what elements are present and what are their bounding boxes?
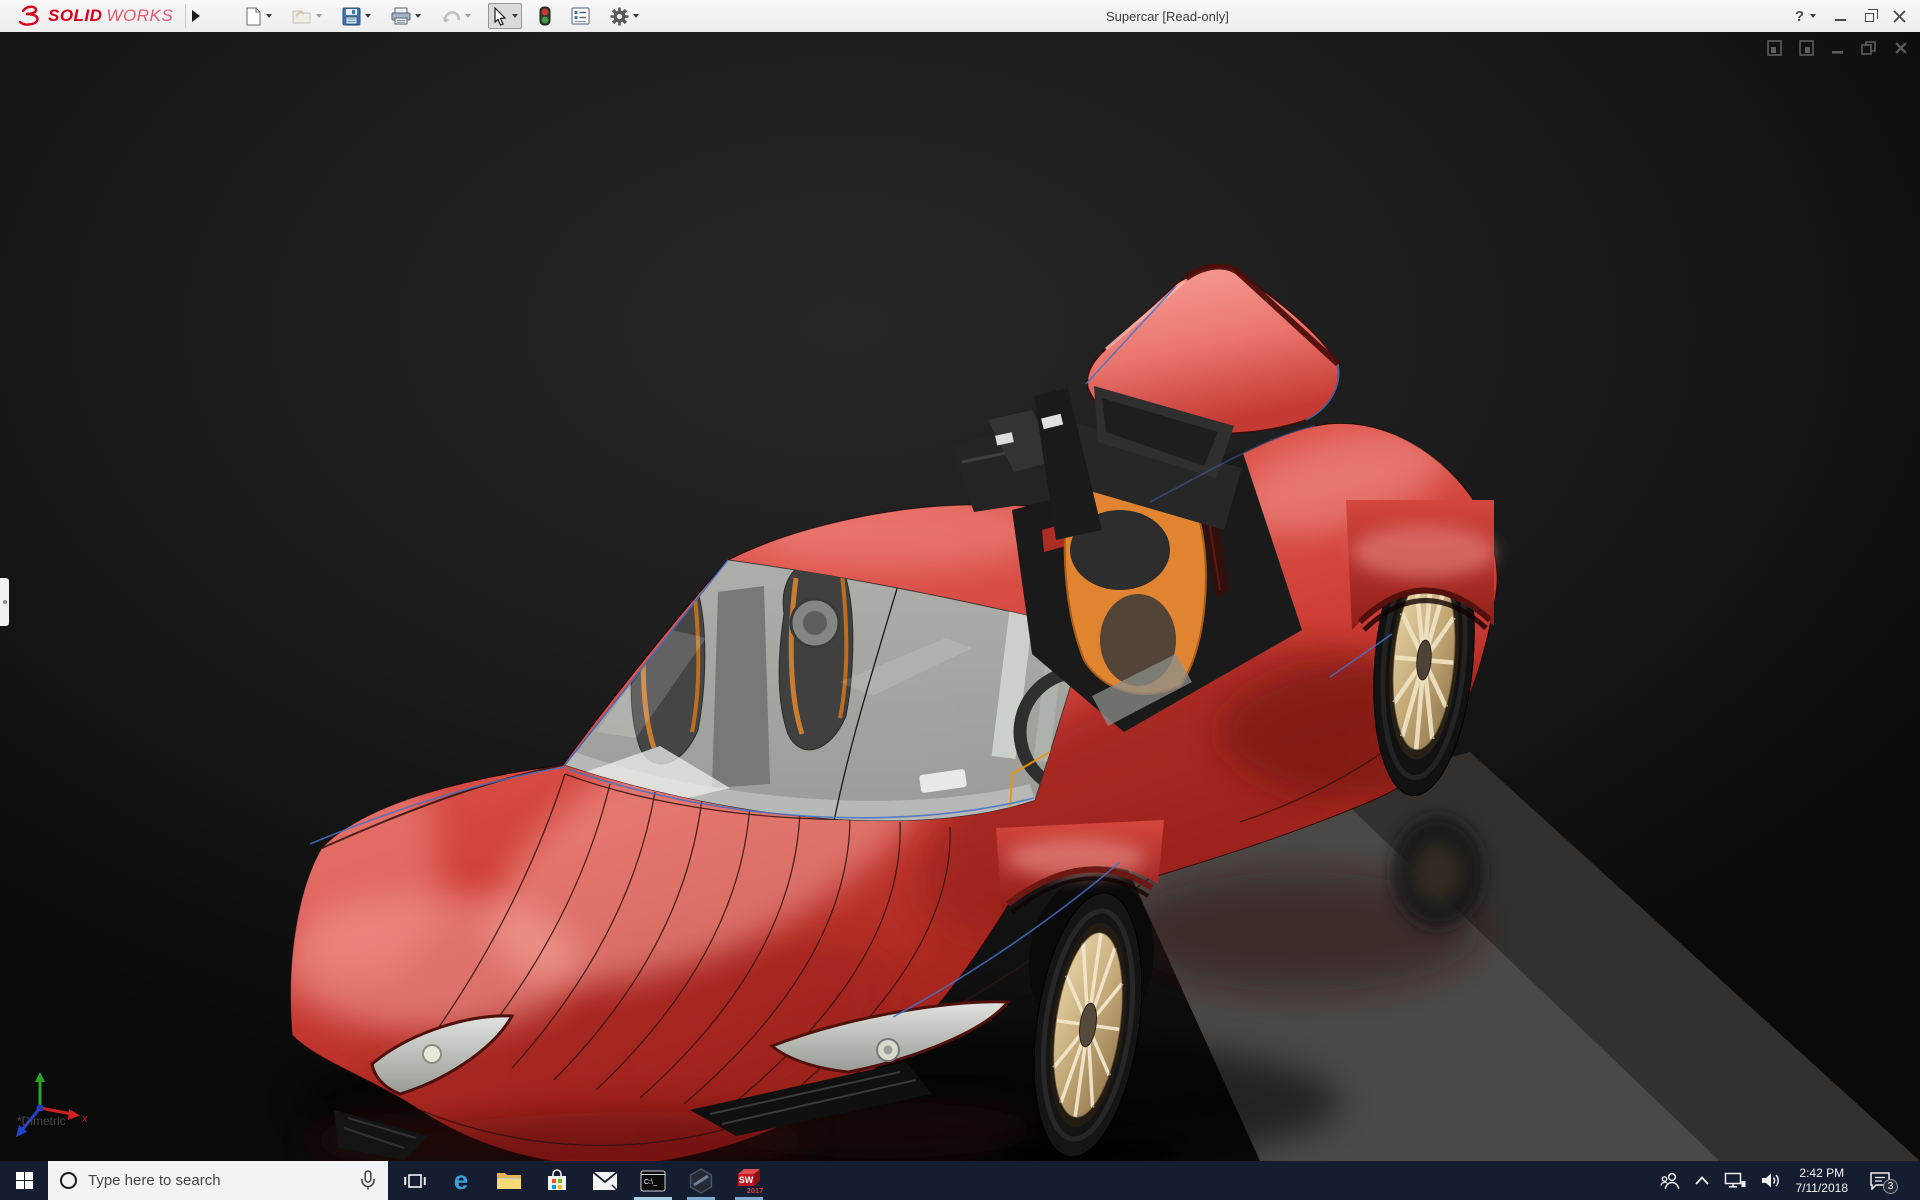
svg-text:C:\_: C:\_ (644, 1179, 657, 1186)
volume-icon[interactable] (1761, 1172, 1781, 1189)
titlebar: SOLIDWORKS (0, 0, 1920, 32)
rebuild-button[interactable] (536, 3, 554, 29)
print-dropdown[interactable] (415, 14, 421, 18)
doc-minimize-button[interactable] (1831, 40, 1844, 61)
file-properties-button[interactable] (568, 3, 593, 29)
window-controls: ? (1795, 0, 1906, 32)
document-icon-b[interactable] (1799, 40, 1814, 61)
people-icon[interactable] (1660, 1172, 1680, 1190)
doc-restore-button[interactable] (1861, 40, 1877, 61)
restore-button[interactable] (1865, 10, 1874, 22)
print-button[interactable] (388, 3, 424, 29)
view-orientation-label: *Dimetric (17, 1114, 66, 1128)
help-icon: ? (1795, 8, 1804, 25)
flyout-arrow-icon (192, 10, 200, 22)
options-gear-icon (610, 7, 629, 26)
minimize-icon (1835, 19, 1846, 21)
search-input[interactable]: Type here to search (48, 1161, 388, 1200)
options-button[interactable] (607, 3, 642, 29)
taskbar-app-mail[interactable] (581, 1161, 629, 1200)
select-dropdown[interactable] (512, 14, 518, 18)
x-axis-arrow (68, 1109, 80, 1120)
open-folder-icon (292, 7, 312, 25)
document-window-controls (1767, 40, 1908, 61)
solidworks-logo-icon (14, 4, 44, 28)
network-icon[interactable] (1724, 1172, 1746, 1189)
options-dropdown[interactable] (633, 14, 639, 18)
file-explorer-icon (496, 1170, 522, 1192)
file-properties-icon (571, 7, 590, 25)
brand-solid: SOLID (48, 6, 102, 26)
cortana-circle-icon (60, 1172, 77, 1189)
quick-access-toolbar (235, 3, 649, 29)
open-document-button[interactable] (289, 3, 325, 29)
y-axis-arrow (35, 1072, 45, 1082)
taskbar-app-hexagon[interactable] (677, 1161, 725, 1200)
undo-dropdown[interactable] (465, 14, 471, 18)
taskbar-app-file-explorer[interactable] (485, 1161, 533, 1200)
minimize-button[interactable] (1835, 11, 1846, 21)
rebuild-traffic-light-icon (539, 6, 551, 26)
new-document-icon (245, 7, 262, 26)
svg-text:SW: SW (739, 1175, 754, 1185)
select-cursor-icon (492, 7, 508, 26)
taskbar-app-solidworks-2017[interactable]: SW 2017 (725, 1161, 773, 1200)
store-icon (545, 1169, 569, 1193)
undo-arrow-icon (441, 8, 461, 25)
taskbar: Type here to search e (0, 1161, 1920, 1200)
edge-icon: e (447, 1167, 475, 1195)
help-button[interactable]: ? (1795, 8, 1816, 25)
menu-flyout-button[interactable] (185, 4, 205, 28)
clock[interactable]: 2:42 PM 7/11/2018 (1796, 1166, 1849, 1196)
task-view-button[interactable] (393, 1161, 437, 1200)
system-tray: 2:42 PM 7/11/2018 3 (1660, 1161, 1920, 1200)
tray-date: 7/11/2018 (1796, 1181, 1849, 1196)
save-dropdown[interactable] (365, 14, 371, 18)
solidworks-logo: SOLIDWORKS (10, 2, 179, 30)
command-prompt-icon: C:\_ (640, 1170, 666, 1192)
taskbar-app-command-prompt[interactable]: C:\_ (629, 1161, 677, 1200)
taskbar-app-edge[interactable]: e (437, 1161, 485, 1200)
feature-manager-collapsed-tab[interactable] (0, 578, 9, 626)
mail-envelope-icon (592, 1171, 618, 1191)
save-floppy-icon (342, 7, 361, 26)
restore-icon (1865, 13, 1874, 22)
window-title: Supercar [Read-only] (1106, 0, 1229, 32)
chevron-up-icon[interactable] (1695, 1176, 1709, 1185)
task-view-icon (404, 1171, 426, 1191)
help-dropdown-icon[interactable] (1810, 14, 1816, 18)
solidworks-2017-icon: SW 2017 (734, 1167, 764, 1195)
start-button[interactable] (0, 1161, 48, 1200)
save-button[interactable] (339, 3, 374, 29)
svg-text:2017: 2017 (747, 1186, 764, 1195)
print-icon (391, 7, 411, 25)
panel-tab-dot-icon (3, 600, 7, 604)
hexagon-app-icon (688, 1168, 714, 1194)
supercar-3d-model[interactable] (0, 32, 1920, 1161)
new-document-dropdown[interactable] (266, 14, 272, 18)
notification-badge: 3 (1883, 1179, 1898, 1194)
tray-time: 2:42 PM (1796, 1166, 1849, 1181)
doc-close-button[interactable] (1894, 40, 1908, 61)
taskbar-app-store[interactable] (533, 1161, 581, 1200)
close-icon (1893, 10, 1906, 23)
action-center-button[interactable]: 3 (1869, 1171, 1891, 1190)
microphone-icon[interactable] (360, 1170, 376, 1191)
graphics-viewport[interactable]: x *Dimetric (0, 32, 1920, 1161)
svg-text:e: e (454, 1167, 468, 1195)
taskbar-spacer (773, 1161, 1660, 1200)
select-tool-button[interactable] (488, 3, 522, 29)
orientation-triad[interactable]: x (10, 1070, 94, 1142)
undo-button[interactable] (438, 3, 474, 29)
open-dropdown[interactable] (316, 14, 322, 18)
x-axis-label: x (81, 1113, 88, 1125)
brand-works: WORKS (106, 6, 173, 26)
document-icon-a[interactable] (1767, 40, 1782, 61)
close-button[interactable] (1893, 10, 1906, 23)
new-document-button[interactable] (242, 3, 275, 29)
search-placeholder: Type here to search (88, 1172, 221, 1189)
windows-logo-icon (16, 1172, 33, 1189)
